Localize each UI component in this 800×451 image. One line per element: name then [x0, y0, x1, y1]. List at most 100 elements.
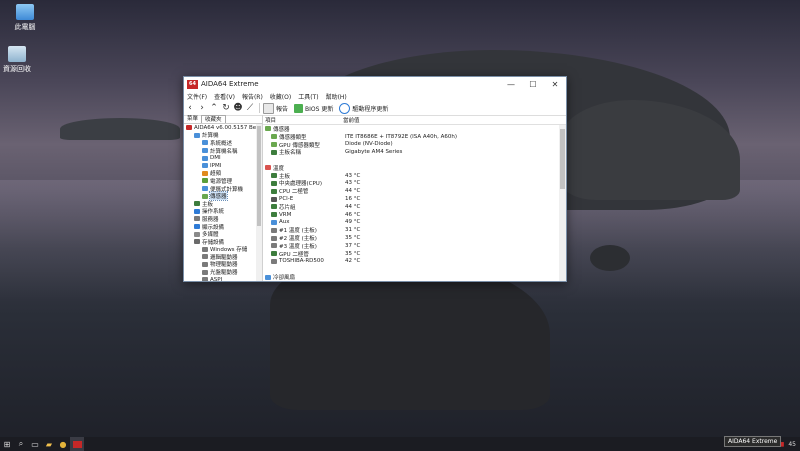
- motherboard-icon: [194, 201, 200, 207]
- nav-tree-item[interactable]: 計算機名稱: [184, 147, 256, 155]
- temp2-icon: [271, 235, 277, 241]
- up-icon[interactable]: ⌃: [208, 103, 220, 113]
- search-icon[interactable]: ⌕: [14, 437, 28, 451]
- nav-tree-item[interactable]: 傳感器: [184, 191, 256, 202]
- computer-icon: [16, 4, 34, 20]
- row-field: CPU 二極管: [279, 189, 309, 196]
- summary-icon: [202, 140, 208, 146]
- nav-tree-item[interactable]: ASPI: [184, 276, 256, 281]
- bios-update-label: BIOS 更新: [305, 105, 334, 113]
- column-field[interactable]: 項目: [263, 116, 343, 124]
- bios-update-button[interactable]: BIOS 更新: [294, 103, 334, 113]
- table-row[interactable]: GPU 二極管 35 °C: [263, 250, 559, 258]
- maximize-button[interactable]: ☐: [522, 77, 544, 91]
- menu-favorites[interactable]: 收藏(O): [270, 92, 291, 101]
- storage-icon: [194, 239, 200, 245]
- temperature-icon: [265, 165, 271, 171]
- aida64-logo-icon: 64: [187, 79, 198, 89]
- small-rock: [590, 245, 630, 271]
- menu-view[interactable]: 查看(V): [214, 92, 235, 101]
- nav-scrollbar[interactable]: [256, 124, 262, 281]
- chrome-icon[interactable]: ●: [56, 437, 70, 451]
- tab-menu[interactable]: 菜單: [184, 115, 201, 123]
- table-row[interactable]: PCI-E 16 °C: [263, 195, 559, 203]
- close-button[interactable]: ✕: [544, 77, 566, 91]
- nav-tree-item[interactable]: 光盤驅動器: [184, 268, 256, 276]
- table-row[interactable]: 中央處理器(CPU) 43 °C: [263, 180, 559, 187]
- section-header[interactable]: 傳感器: [263, 125, 559, 133]
- row-value: 35 °C: [345, 250, 361, 257]
- motherboard-name-icon: [271, 149, 277, 155]
- desktop-icon-recycle-bin[interactable]: 資源回收: [0, 46, 42, 74]
- nav-tree-item[interactable]: 顯示設備: [184, 223, 256, 231]
- aida64-logo-icon: [72, 440, 82, 448]
- nav-tree-item[interactable]: DMI: [184, 154, 256, 162]
- table-row[interactable]: #2 溫度 (主板) 35 °C: [263, 234, 559, 242]
- toolbar-separator: [259, 103, 260, 113]
- temp3-icon: [271, 243, 277, 249]
- nav-tree-item-label: 計算機名稱: [210, 148, 238, 155]
- multimedia-icon: [194, 231, 200, 237]
- table-row[interactable]: 傳感器類型 ITE IT8686E + IT8792E (ISA A40h, A6…: [263, 133, 559, 141]
- row-field: Aux: [279, 219, 290, 226]
- chart-icon[interactable]: ⟋: [244, 103, 256, 113]
- aux-icon: [271, 219, 277, 225]
- table-row[interactable]: GPU 傳感器類型 Diode (NV-Diode): [263, 141, 559, 149]
- taskbar: ⊞ ⌕ ▭ ▰ ● ■ ■ 45: [0, 437, 800, 451]
- aida64-icon: [186, 125, 192, 131]
- aida64-taskbar-icon[interactable]: [70, 437, 84, 451]
- menu-tools[interactable]: 工具(T): [298, 92, 318, 101]
- title-bar[interactable]: 64 AIDA64 Extreme — ☐ ✕: [184, 77, 566, 91]
- nav-tree-item[interactable]: 操作系統: [184, 208, 256, 215]
- display-icon: [194, 224, 200, 230]
- details-scrollbar[interactable]: [559, 125, 566, 281]
- nav-tree-item[interactable]: AIDA64 v6.00.5157 Beta: [184, 124, 256, 132]
- user-icon[interactable]: ☻: [232, 103, 244, 113]
- back-icon[interactable]: ‹: [184, 103, 196, 113]
- tray-clock[interactable]: 45: [788, 441, 796, 448]
- section-header[interactable]: 溫度: [263, 164, 559, 172]
- windows-start-icon[interactable]: ⊞: [0, 437, 14, 451]
- chipset-icon: [271, 204, 277, 210]
- nav-tree-item-label: 光盤驅動器: [210, 270, 238, 277]
- driver-update-button[interactable]: 驅動程序更新: [339, 102, 388, 114]
- forward-icon[interactable]: ›: [196, 103, 208, 113]
- column-header: 項目 當前值: [263, 115, 566, 125]
- minimize-button[interactable]: —: [500, 77, 522, 91]
- table-row[interactable]: 芯片組 44 °C: [263, 203, 559, 211]
- table-row[interactable]: VRM 46 °C: [263, 211, 559, 219]
- dmi-icon: [202, 155, 208, 161]
- server-icon: [194, 216, 200, 222]
- section-header[interactable]: 冷卻風扇: [263, 273, 559, 281]
- row-value: 16 °C: [345, 196, 361, 203]
- row-value: 43 °C: [345, 180, 361, 187]
- menu-help[interactable]: 幫助(H): [326, 92, 347, 101]
- table-row[interactable]: Aux 49 °C: [263, 219, 559, 227]
- motherboard-temp-icon: [271, 173, 277, 179]
- row-field: VRM: [279, 211, 292, 218]
- desktop-icon-this-pc[interactable]: 此電腦: [0, 4, 50, 32]
- report-button[interactable]: 報告: [263, 102, 289, 114]
- table-row[interactable]: CPU 二極管 44 °C: [263, 187, 559, 195]
- recycle-bin-icon: [8, 46, 26, 62]
- table-row[interactable]: 主板 43 °C: [263, 172, 559, 180]
- refresh-icon[interactable]: ↻: [220, 103, 232, 113]
- tab-favorites[interactable]: 收藏夾: [201, 115, 226, 123]
- nav-scrollbar-thumb[interactable]: [257, 126, 261, 226]
- table-row[interactable]: TOSHIBA-RD500 42 °C: [263, 258, 559, 266]
- fan-icon: [265, 274, 271, 280]
- table-row[interactable]: #1 溫度 (主板) 31 °C: [263, 226, 559, 234]
- column-value[interactable]: 當前值: [343, 116, 360, 124]
- row-field: 溫度: [273, 165, 285, 172]
- table-row[interactable]: #3 溫度 (主板) 37 °C: [263, 242, 559, 250]
- physical-drive-icon: [202, 261, 208, 267]
- menu-report[interactable]: 報告(R): [242, 92, 263, 101]
- details-scrollbar-thumb[interactable]: [560, 129, 565, 189]
- content-area: 菜單 收藏夾 AIDA64 v6.00.5157 Beta 計算機 系統概述 計算機名…: [184, 115, 566, 281]
- task-view-icon[interactable]: ▭: [28, 437, 42, 451]
- file-explorer-icon[interactable]: ▰: [42, 437, 56, 451]
- table-row[interactable]: 主板名稱 Gigabyte AM4 Series: [263, 148, 559, 156]
- row-value: 44 °C: [345, 203, 361, 210]
- menu-file[interactable]: 文件(F): [187, 92, 207, 101]
- report-label: 報告: [276, 105, 289, 113]
